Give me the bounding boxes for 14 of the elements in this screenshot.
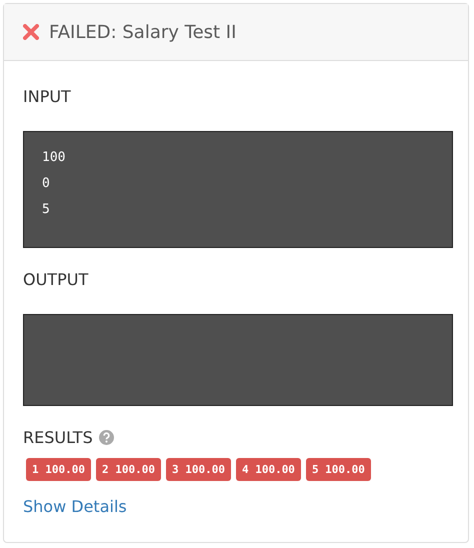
result-badge: 5 100.00 — [306, 458, 371, 481]
card-title: FAILED: Salary Test II — [49, 22, 236, 42]
section-label: OUTPUT — [23, 270, 88, 289]
code-line: 0 — [42, 175, 51, 193]
show-details-link[interactable]: Show Details — [23, 497, 127, 516]
result-badge: 4 100.00 — [236, 458, 301, 481]
result-badge: 2 100.00 — [96, 458, 161, 481]
code-line: 5 — [42, 201, 51, 219]
code-line: 100 — [42, 149, 66, 167]
help-icon[interactable] — [98, 430, 114, 445]
result-badge: 1 100.00 — [26, 458, 91, 481]
result-badge: 3 100.00 — [166, 458, 231, 481]
section-label: INPUT — [23, 87, 71, 106]
section-label: RESULTS — [23, 428, 93, 447]
